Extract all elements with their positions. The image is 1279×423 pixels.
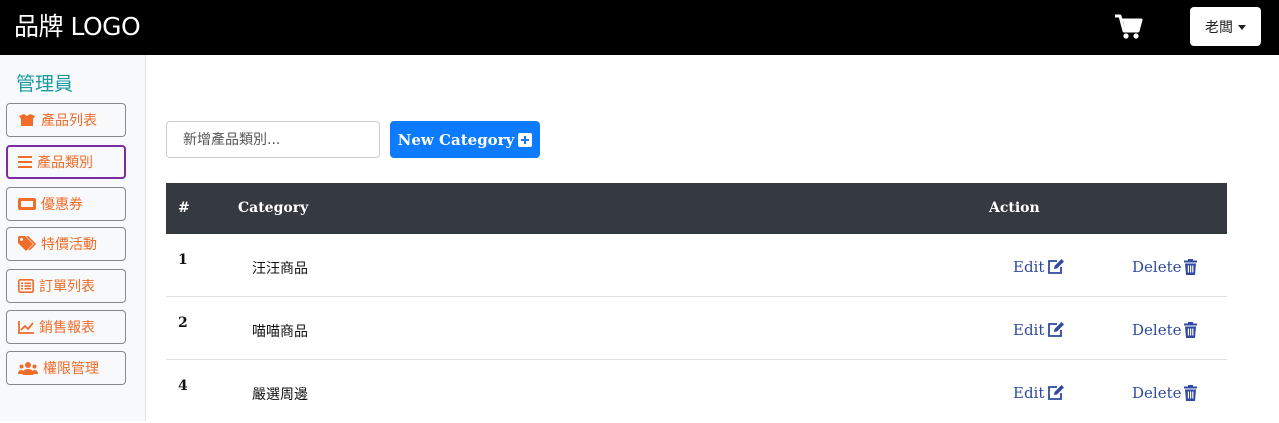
sidebar-item-sales-report[interactable]: 銷售報表: [6, 310, 126, 344]
edit-button[interactable]: Edit: [1013, 321, 1065, 339]
delete-label: Delete: [1132, 384, 1182, 402]
trash-icon: [1184, 322, 1198, 338]
header-category: Category: [238, 200, 309, 216]
list-icon: [18, 156, 32, 168]
ticket-icon: [18, 198, 36, 210]
sidebar-item-label: 優惠券: [41, 197, 83, 213]
row-num: 4: [178, 378, 188, 394]
box-open-icon: [19, 114, 35, 126]
users-icon: [18, 362, 38, 375]
sidebar-item-label: 產品類別: [37, 155, 93, 171]
user-menu-button[interactable]: 老闆: [1190, 7, 1261, 46]
sidebar-item-label: 銷售報表: [39, 320, 95, 336]
edit-icon: [1048, 322, 1065, 337]
sidebar-item-label: 權限管理: [43, 361, 99, 377]
sidebar-item-label: 產品列表: [41, 113, 97, 129]
edit-label: Edit: [1013, 384, 1045, 402]
trash-icon: [1184, 385, 1198, 401]
trash-icon: [1184, 259, 1198, 275]
chart-line-icon: [18, 320, 34, 334]
cart-icon[interactable]: [1114, 14, 1144, 40]
sidebar-item-permissions[interactable]: 權限管理: [6, 351, 126, 385]
edit-label: Edit: [1013, 258, 1045, 276]
tags-icon: [18, 236, 36, 251]
new-category-input[interactable]: [166, 121, 380, 158]
row-num: 1: [178, 252, 188, 268]
new-category-button[interactable]: New Category: [390, 121, 540, 158]
brand-logo[interactable]: 品牌 LOGO: [14, 12, 141, 42]
header-num: #: [178, 200, 190, 216]
delete-label: Delete: [1132, 321, 1182, 339]
user-menu-label: 老闆: [1205, 19, 1233, 36]
sidebar-item-products[interactable]: 產品列表: [6, 103, 126, 137]
delete-button[interactable]: Delete: [1132, 384, 1198, 402]
delete-button[interactable]: Delete: [1132, 258, 1198, 276]
edit-icon: [1048, 259, 1065, 274]
row-num: 2: [178, 315, 188, 331]
row-category-name: 汪汪商品: [252, 261, 308, 277]
sidebar-item-categories[interactable]: 產品類別: [6, 145, 126, 179]
sidebar-item-label: 訂單列表: [39, 279, 95, 295]
sidebar-item-orders[interactable]: 訂單列表: [6, 269, 126, 303]
sidebar-item-coupons[interactable]: 優惠券: [6, 187, 126, 221]
row-category-name: 喵喵商品: [252, 324, 308, 340]
edit-button[interactable]: Edit: [1013, 384, 1065, 402]
sidebar-item-promotions[interactable]: 特價活動: [6, 227, 126, 261]
list-alt-icon: [18, 279, 34, 293]
top-navbar: 品牌 LOGO 老闆: [0, 0, 1279, 55]
table-row: 4 嚴選周邊 Edit Delete: [166, 360, 1227, 423]
table-row: 2 喵喵商品 Edit Delete: [166, 297, 1227, 360]
sidebar: 管理員 產品列表 產品類別 優惠券 特價活動 訂單列表 銷售報表 權限管理: [0, 55, 146, 421]
edit-label: Edit: [1013, 321, 1045, 339]
caret-down-icon: [1238, 24, 1246, 30]
table-header: # Category Action: [166, 183, 1227, 234]
sidebar-title: 管理員: [16, 73, 74, 95]
delete-label: Delete: [1132, 258, 1182, 276]
new-category-label: New Category: [397, 130, 515, 149]
edit-button[interactable]: Edit: [1013, 258, 1065, 276]
plus-square-icon: [518, 132, 533, 147]
edit-icon: [1048, 385, 1065, 400]
header-action: Action: [989, 200, 1040, 216]
delete-button[interactable]: Delete: [1132, 321, 1198, 339]
table-row: 1 汪汪商品 Edit Delete: [166, 234, 1227, 297]
sidebar-item-label: 特價活動: [41, 237, 97, 253]
row-category-name: 嚴選周邊: [252, 387, 308, 403]
